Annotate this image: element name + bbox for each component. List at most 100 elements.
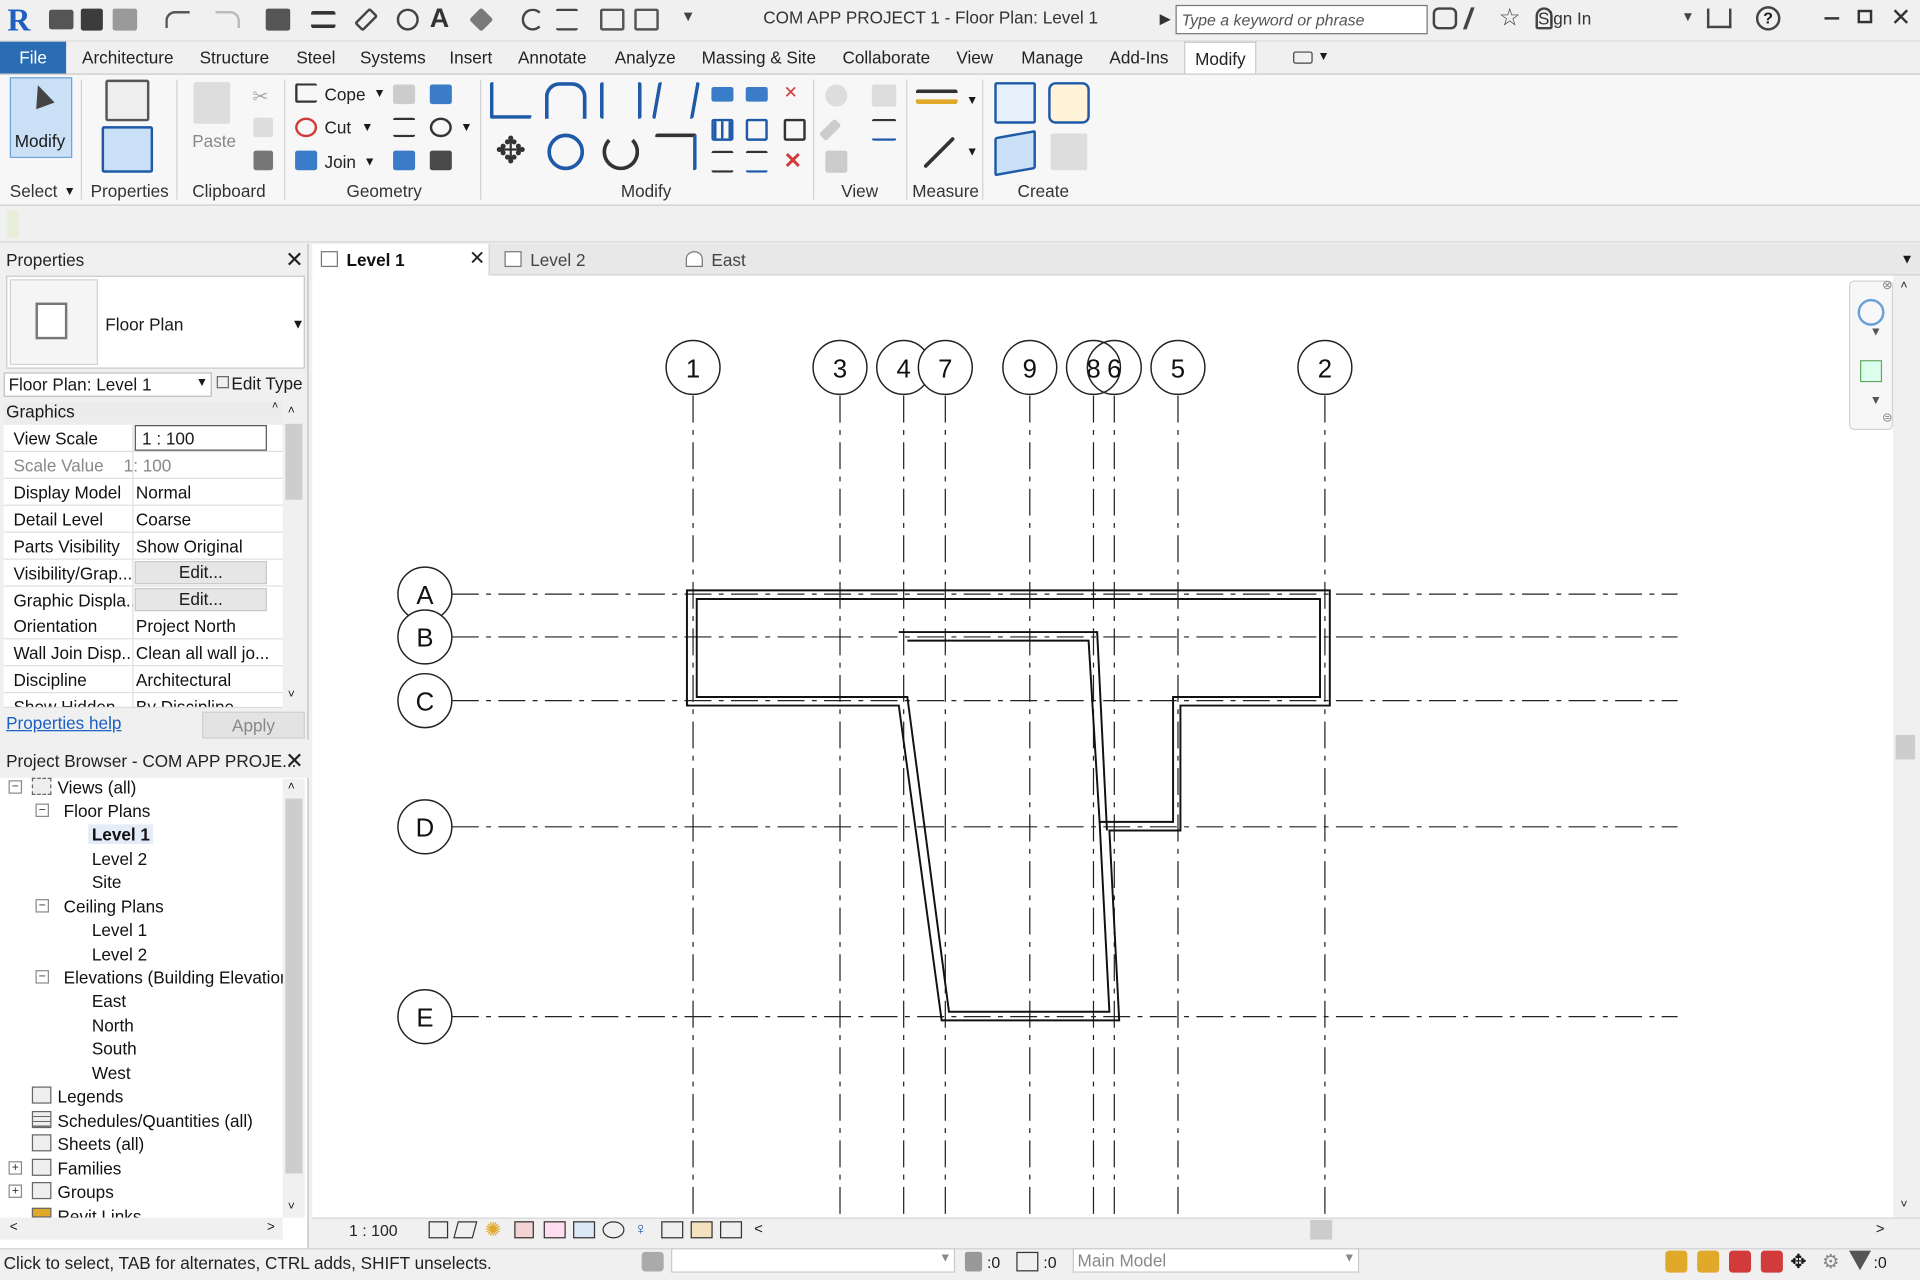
- tree-views-all[interactable]: Views (all): [58, 778, 137, 798]
- canvas-hscroll-thumb[interactable]: [1310, 1220, 1333, 1240]
- worksets-icon[interactable]: [641, 1251, 664, 1272]
- cut-label[interactable]: Cut: [324, 118, 351, 138]
- scroll-up-icon[interactable]: ˄: [1900, 279, 1907, 292]
- workset-dropdown[interactable]: [671, 1248, 956, 1273]
- tree-elevations[interactable]: Elevations (Building Elevation: [64, 968, 284, 988]
- switch-windows-icon[interactable]: [634, 8, 659, 31]
- scale-icon[interactable]: [745, 118, 768, 141]
- tree-floor-plan-site[interactable]: Site: [92, 872, 122, 892]
- crop-view-icon[interactable]: [543, 1221, 566, 1239]
- grid-bubble-1[interactable]: 1: [665, 339, 721, 396]
- join-icon[interactable]: [295, 150, 318, 171]
- tree-schedules[interactable]: Schedules/Quantities (all): [58, 1111, 253, 1131]
- nav-bar-options-icon[interactable]: ⊜: [1882, 412, 1892, 425]
- select-by-face-icon[interactable]: [1760, 1250, 1783, 1273]
- view-tab-level-2[interactable]: Level 2: [496, 244, 667, 276]
- type-selector-dropdown-icon[interactable]: ▼: [291, 317, 304, 332]
- browser-scroll-thumb[interactable]: [285, 798, 303, 1174]
- filter-selection-icon[interactable]: [1848, 1250, 1872, 1271]
- cope-label[interactable]: Cope: [324, 85, 365, 105]
- align-icon[interactable]: [489, 82, 532, 119]
- cut-clipboard-icon[interactable]: ✂: [252, 85, 274, 108]
- grid-bubble-3[interactable]: 3: [812, 339, 868, 396]
- temp-hide-icon[interactable]: ♀: [634, 1219, 647, 1239]
- tree-sheets[interactable]: Sheets (all): [58, 1134, 145, 1154]
- view-scale-control[interactable]: 1 : 100: [349, 1221, 398, 1239]
- collapse-icon[interactable]: −: [35, 803, 49, 818]
- canvas-vscroll-thumb[interactable]: [1895, 734, 1916, 760]
- move-icon[interactable]: ✥: [490, 131, 532, 173]
- filter-icon[interactable]: [964, 1251, 983, 1272]
- save-icon[interactable]: [80, 8, 103, 31]
- design-option-dropdown[interactable]: Main Model: [1072, 1248, 1360, 1273]
- split-gap-icon[interactable]: [745, 86, 768, 102]
- open-icon[interactable]: [48, 9, 74, 30]
- tree-elevation-south[interactable]: South: [92, 1039, 137, 1059]
- options-bar-handle[interactable]: [7, 210, 19, 238]
- aligned-dimension-icon[interactable]: [923, 136, 956, 169]
- tab-massing-site[interactable]: Massing & Site: [692, 42, 826, 74]
- minimize-icon[interactable]: [1824, 17, 1840, 20]
- trim-extend-single-icon[interactable]: [711, 150, 734, 173]
- tab-view[interactable]: View: [947, 42, 1003, 74]
- array-icon[interactable]: [711, 118, 734, 141]
- create-similar-icon[interactable]: [1050, 133, 1088, 171]
- measure-qat-icon[interactable]: [311, 11, 336, 29]
- paint-dropdown-icon[interactable]: ▼: [460, 121, 472, 134]
- workset-dropdown-icon[interactable]: ▼: [939, 1252, 951, 1265]
- analytical-model-icon[interactable]: [720, 1221, 743, 1239]
- shadows-icon[interactable]: [514, 1221, 534, 1239]
- unlocked-3d-icon[interactable]: [602, 1221, 625, 1239]
- cut-dropdown-icon[interactable]: ▼: [361, 121, 373, 134]
- delete-icon[interactable]: ✕: [784, 148, 806, 172]
- paste-icon[interactable]: [193, 82, 231, 124]
- tab-modify[interactable]: Modify: [1184, 41, 1257, 74]
- line-styles-icon[interactable]: [871, 118, 897, 141]
- create-group-icon[interactable]: [994, 129, 1036, 177]
- trim-extend-multiple-icon[interactable]: [745, 150, 768, 173]
- grid-bubble-B[interactable]: B: [397, 609, 453, 665]
- prop-row-show-hidden[interactable]: Show Hidden By Discipline: [3, 693, 283, 708]
- zoom-dropdown-icon[interactable]: ▼: [1870, 394, 1882, 407]
- cope-icon[interactable]: [295, 83, 318, 103]
- undo-icon[interactable]: [165, 11, 190, 29]
- scroll-up-icon[interactable]: ˄: [288, 780, 295, 793]
- infocenter-toggle-icon[interactable]: ▶: [1160, 10, 1171, 27]
- tree-elevation-north[interactable]: North: [92, 1015, 134, 1035]
- wall-outline-outer[interactable]: [685, 589, 1331, 1022]
- apply-button[interactable]: Apply: [202, 711, 305, 739]
- zoom-icon[interactable]: [1860, 360, 1883, 383]
- nav-bar-close-icon[interactable]: ⊗: [1882, 279, 1892, 292]
- dimension-dropdown-icon[interactable]: ▼: [966, 146, 978, 159]
- expand-icon[interactable]: +: [8, 1161, 23, 1175]
- grid-bubble-9[interactable]: 9: [1002, 339, 1058, 396]
- instance-dropdown-icon[interactable]: ▼: [196, 376, 208, 389]
- copy-icon[interactable]: [253, 117, 274, 138]
- wall-outline-inner[interactable]: [695, 597, 1321, 1013]
- binoculars-icon[interactable]: [1432, 7, 1458, 30]
- scroll-right-icon[interactable]: >: [267, 1220, 275, 1235]
- scroll-down-icon[interactable]: ˅: [1900, 1198, 1907, 1211]
- trim-extend-corner-icon[interactable]: [655, 133, 697, 171]
- remove-paint-icon[interactable]: [429, 150, 452, 171]
- match-type-icon[interactable]: [253, 150, 274, 171]
- grid-bubble-2[interactable]: 2: [1297, 339, 1353, 396]
- drawing-canvas[interactable]: 134798652ABCDE: [312, 275, 1920, 1218]
- print-icon[interactable]: [265, 8, 291, 31]
- project-browser-close-icon[interactable]: ✕: [285, 750, 303, 772]
- instance-selector[interactable]: Floor Plan: Level 1: [3, 372, 212, 397]
- sign-in-button[interactable]: Sign In: [1538, 9, 1591, 29]
- split-face-icon[interactable]: [429, 84, 452, 105]
- collapse-icon[interactable]: −: [8, 780, 23, 794]
- measure-dropdown-icon[interactable]: ▼: [966, 94, 978, 107]
- properties-scroll-thumb[interactable]: [285, 423, 303, 500]
- pin-icon[interactable]: [783, 118, 806, 141]
- tree-legends[interactable]: Legends: [58, 1086, 124, 1106]
- tree-elevation-east[interactable]: East: [92, 991, 126, 1011]
- collapse-group-icon[interactable]: ˄: [272, 399, 278, 411]
- split-element-icon[interactable]: [711, 86, 734, 102]
- select-links-icon[interactable]: [1665, 1250, 1688, 1273]
- view-control-scroll-left-icon[interactable]: <: [754, 1220, 763, 1237]
- unpin-icon[interactable]: ✕: [784, 82, 806, 104]
- reveal-hidden-icon[interactable]: [661, 1221, 684, 1239]
